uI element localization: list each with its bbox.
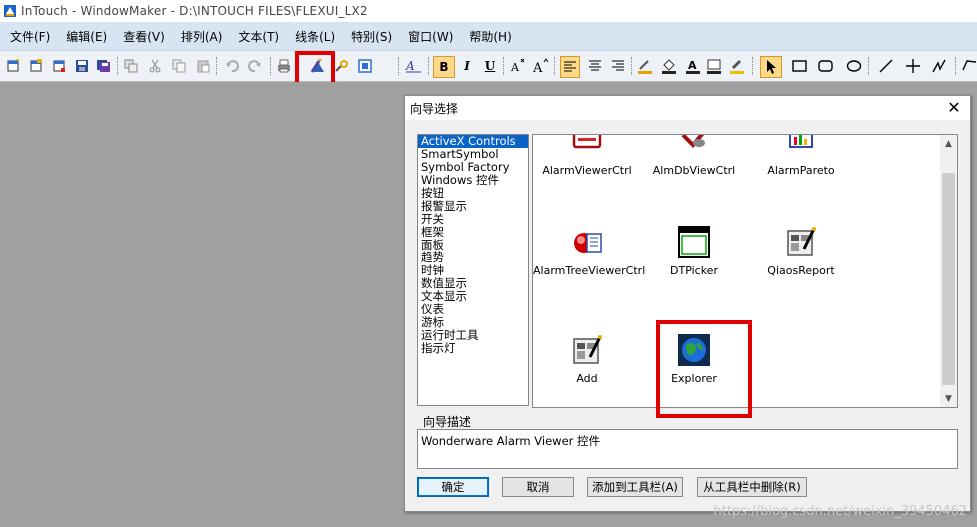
scroll-down-icon[interactable]: ▼ xyxy=(940,390,957,407)
wizard-panel: AlarmViewerCtrl AlmDbViewCtrl AlarmParet… xyxy=(532,134,958,408)
intouch-app-icon[interactable] xyxy=(3,4,17,18)
window-color-icon[interactable] xyxy=(706,58,722,74)
align-left-icon[interactable] xyxy=(560,56,580,78)
svg-text:A: A xyxy=(405,59,415,73)
category-item-smartsymbol[interactable]: SmartSymbol xyxy=(418,147,528,161)
alarm-viewer-icon xyxy=(570,135,604,159)
title-bar: InTouch - WindowMaker - D:\INTOUCH FILES… xyxy=(0,0,977,22)
menu-edit[interactable]: 编辑(E) xyxy=(56,28,113,45)
wizard-dtpicker[interactable]: DTPicker xyxy=(640,225,748,277)
dialog-title: 向导选择 xyxy=(410,101,459,116)
bold-button[interactable]: B xyxy=(433,56,455,78)
category-item-windows-controls[interactable]: Windows 控件 xyxy=(418,173,528,187)
category-item-alarm-display[interactable]: 报警显示 xyxy=(418,199,528,213)
duplicate-icon[interactable] xyxy=(123,58,139,74)
description-box: Wonderware Alarm Viewer 控件 xyxy=(417,429,958,469)
fill-color-icon[interactable] xyxy=(661,58,677,74)
remove-from-toolbar-button[interactable]: 从工具栏中删除(R) xyxy=(697,477,807,497)
ellipse-tool-icon[interactable] xyxy=(846,58,862,74)
print-icon[interactable] xyxy=(276,58,292,74)
category-item-lights[interactable]: 指示灯 xyxy=(418,342,528,355)
save-all-icon[interactable] xyxy=(96,58,112,74)
alarm-pareto-icon xyxy=(784,135,818,159)
wizard-qiaosreport[interactable]: QiaosReport xyxy=(747,225,855,277)
menu-text[interactable]: 文本(T) xyxy=(228,28,285,45)
category-item-activex[interactable]: ActiveX Controls xyxy=(418,135,528,148)
svg-text:A: A xyxy=(688,59,697,72)
menu-special[interactable]: 特别(S) xyxy=(341,28,398,45)
alarm-db-viewer-icon xyxy=(677,135,711,159)
window-title: InTouch - WindowMaker - D:\INTOUCH FILES… xyxy=(21,4,368,18)
menu-view[interactable]: 查看(V) xyxy=(113,28,171,45)
description-text: Wonderware Alarm Viewer 控件 xyxy=(421,434,601,448)
polygon-tool-icon[interactable] xyxy=(961,58,977,74)
category-item-symbol-factory[interactable]: Symbol Factory xyxy=(418,160,528,174)
wizard-selection-dialog: 向导选择 ✕ ActiveX Controls SmartSymbol Symb… xyxy=(404,95,971,512)
font-larger-icon[interactable]: A xyxy=(533,58,549,74)
script-icon[interactable] xyxy=(334,58,350,74)
scroll-thumb[interactable] xyxy=(942,173,955,385)
svg-text:A: A xyxy=(533,61,543,74)
wizard-alarmpareto[interactable]: AlarmPareto xyxy=(747,135,855,177)
line-color-icon[interactable] xyxy=(637,58,653,74)
new-window-icon[interactable] xyxy=(5,58,21,74)
rounded-rectangle-tool-icon[interactable] xyxy=(818,58,834,74)
ok-button[interactable]: 确定 xyxy=(417,477,489,497)
italic-button[interactable]: I xyxy=(459,58,475,74)
dtpicker-icon xyxy=(677,225,711,259)
menu-file[interactable]: 文件(F) xyxy=(0,28,56,45)
line-tool-icon[interactable] xyxy=(878,58,894,74)
bitmap-icon[interactable] xyxy=(357,58,373,74)
globe-icon xyxy=(677,333,711,367)
highlight-color-icon[interactable] xyxy=(729,58,745,74)
category-list[interactable]: ActiveX Controls SmartSymbol Symbol Fact… xyxy=(417,134,529,406)
wizard-panel-scrollbar[interactable]: ▲ ▼ xyxy=(940,135,957,407)
close-window-icon[interactable] xyxy=(51,58,67,74)
align-center-icon[interactable] xyxy=(587,58,603,74)
menu-window[interactable]: 窗口(W) xyxy=(398,28,459,45)
text-color-icon[interactable]: A xyxy=(685,58,701,74)
polyline-tool-icon[interactable] xyxy=(931,58,947,74)
wizard-icon[interactable] xyxy=(310,58,326,74)
add-wizard-icon xyxy=(570,333,604,367)
scroll-up-icon[interactable]: ▲ xyxy=(940,135,957,152)
description-label: 向导描述 xyxy=(423,415,472,429)
svg-text:A: A xyxy=(510,61,520,74)
underline-button[interactable]: U xyxy=(482,58,498,74)
menu-help[interactable]: 帮助(H) xyxy=(459,28,517,45)
hv-line-tool-icon[interactable] xyxy=(905,58,921,74)
cancel-button[interactable]: 取消 xyxy=(502,477,574,497)
rectangle-tool-icon[interactable] xyxy=(792,58,808,74)
copy-icon[interactable] xyxy=(171,58,187,74)
redo-icon[interactable] xyxy=(247,58,263,74)
select-pointer-icon[interactable] xyxy=(760,56,782,78)
align-right-icon[interactable] xyxy=(610,58,626,74)
cut-icon[interactable] xyxy=(147,58,163,74)
close-icon[interactable]: ✕ xyxy=(946,100,962,116)
category-item-buttons[interactable]: 按钮 xyxy=(418,186,528,200)
paste-icon[interactable] xyxy=(195,58,211,74)
wizard-alarmviewerctrl[interactable]: AlarmViewerCtrl xyxy=(533,135,641,177)
undo-icon[interactable] xyxy=(224,58,240,74)
menu-line[interactable]: 线条(L) xyxy=(285,28,341,45)
toolbar: A B I U A A A xyxy=(0,51,977,82)
font-smaller-icon[interactable]: A xyxy=(510,58,526,74)
category-item-frames[interactable]: 框架 xyxy=(418,225,528,239)
add-to-toolbar-button[interactable]: 添加到工具栏(A) xyxy=(587,477,683,497)
font-icon[interactable]: A xyxy=(405,58,421,74)
wizard-explorer[interactable]: Explorer xyxy=(640,333,748,385)
alarm-tree-viewer-icon xyxy=(570,225,604,259)
save-icon[interactable] xyxy=(74,58,90,74)
wizard-alarmtreeviewerctrl[interactable]: AlarmTreeViewerCtrl xyxy=(533,225,645,277)
wizard-almdbviewctrl[interactable]: AlmDbViewCtrl xyxy=(640,135,748,177)
watermark: https://blog.csdn.net/weixin_39450462 xyxy=(713,504,967,519)
wizard-add[interactable]: Add xyxy=(533,333,641,385)
qiaos-report-icon xyxy=(784,225,818,259)
category-item-switches[interactable]: 开关 xyxy=(418,212,528,226)
menu-bar: 文件(F) 编辑(E) 查看(V) 排列(A) 文本(T) 线条(L) 特别(S… xyxy=(0,22,977,51)
menu-arrange[interactable]: 排列(A) xyxy=(171,28,229,45)
dialog-title-bar: 向导选择 ✕ xyxy=(405,96,970,120)
open-window-icon[interactable] xyxy=(28,58,44,74)
